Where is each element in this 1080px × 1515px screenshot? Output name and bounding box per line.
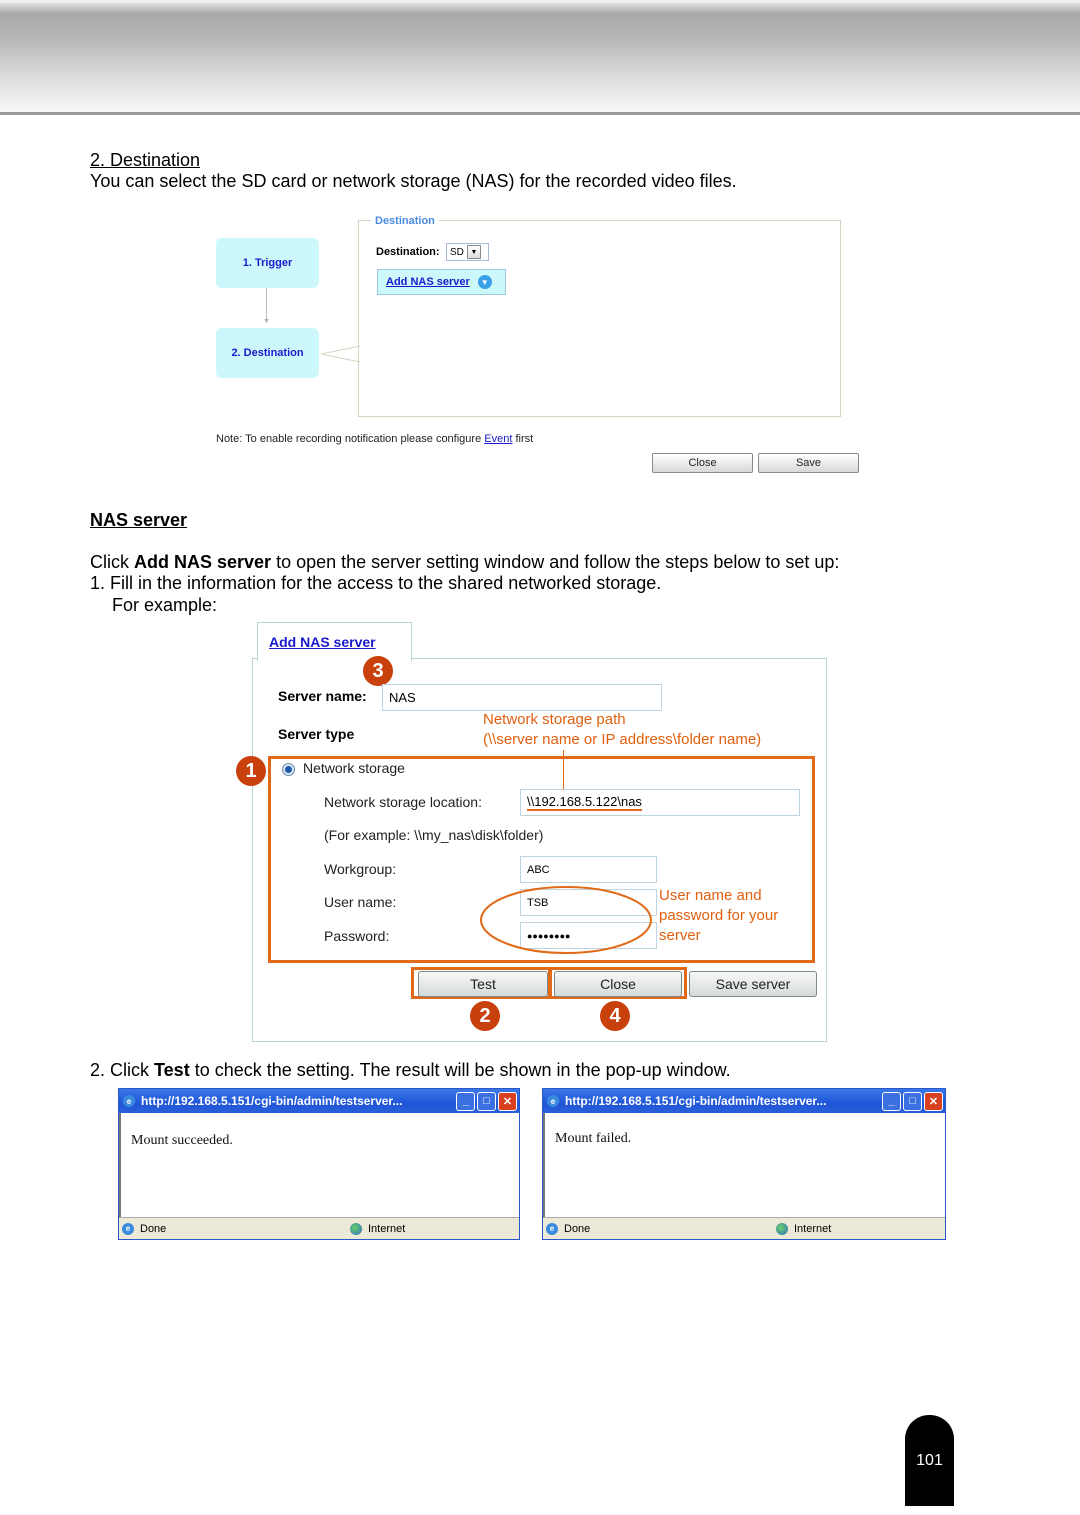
popup-title: http://192.168.5.151/cgi-bin/admin/tests… — [141, 1094, 403, 1108]
done-page-icon: e — [546, 1222, 558, 1235]
workgroup-label: Workgroup: — [324, 861, 397, 877]
server-name-label: Server name: — [278, 688, 367, 704]
step-connector — [266, 288, 267, 322]
instruction-bold: Add NAS server — [134, 552, 272, 572]
popup-titlebar[interactable]: e http://192.168.5.151/cgi-bin/admin/tes… — [543, 1089, 945, 1113]
callout-pointer — [320, 345, 361, 363]
annotation-path-title: Network storage path — [483, 711, 626, 728]
maximize-icon[interactable]: □ — [477, 1091, 496, 1111]
close-icon[interactable]: ✕ — [498, 1091, 517, 1111]
status-done: Done — [564, 1222, 591, 1235]
step2-bold: Test — [154, 1060, 190, 1080]
status-done: Done — [140, 1222, 167, 1235]
step2-text: 2. Click Test to check the setting. The … — [90, 1060, 731, 1081]
page-number-tab: 101 — [905, 1415, 954, 1506]
step-badge-1: 1 — [236, 756, 266, 786]
header-top-edge — [0, 0, 1080, 3]
ie-icon: e — [547, 1095, 559, 1107]
destination-legend: Destination — [371, 215, 439, 227]
nas-instruction: Click Add NAS server to open the server … — [90, 552, 839, 573]
destination-select[interactable]: SD ▼ — [446, 243, 489, 261]
workgroup-input[interactable]: ABC — [520, 856, 657, 883]
instruction-prefix: Click — [90, 552, 134, 572]
annotation-path-format: (\\server name or IP address\folder name… — [483, 731, 762, 748]
save-button[interactable]: Save — [758, 453, 859, 473]
section-intro: You can select the SD card or network st… — [90, 171, 737, 191]
step-trigger-label: 1. Trigger — [242, 257, 293, 269]
popup-title: http://192.168.5.151/cgi-bin/admin/tests… — [565, 1094, 827, 1108]
popup-body: Mount failed. — [543, 1113, 945, 1217]
location-value: \\192.168.5.122\nas — [527, 794, 642, 811]
done-page-icon: e — [122, 1222, 134, 1235]
add-nas-tab[interactable]: Add NAS server — [257, 622, 412, 661]
step-badge-3: 3 — [363, 656, 393, 686]
chevron-down-icon: ▼ — [466, 245, 481, 259]
location-example-hint: (For example: \\my_nas\disk\folder) — [324, 827, 544, 843]
globe-icon — [776, 1222, 788, 1235]
close-icon[interactable]: ✕ — [924, 1091, 943, 1111]
annotation-cred-3: server — [659, 927, 701, 944]
step-badge-4: 4 — [600, 1001, 630, 1031]
server-name-input[interactable]: NAS — [382, 684, 662, 711]
network-storage-label: Network storage — [303, 760, 405, 776]
page-header-band — [0, 0, 1080, 115]
step-destination-label: 2. Destination — [231, 347, 304, 359]
ie-icon: e — [123, 1095, 135, 1107]
close-button[interactable]: Close — [652, 453, 753, 473]
event-link[interactable]: Event — [484, 433, 512, 445]
section-heading: 2. Destination — [90, 150, 201, 170]
nas-heading: NAS server — [90, 510, 188, 530]
step-badge-2: 2 — [470, 1001, 500, 1031]
add-nas-tab-label[interactable]: Add NAS server — [269, 634, 376, 650]
test-button[interactable]: Test — [418, 971, 548, 997]
nas-close-button[interactable]: Close — [554, 971, 682, 997]
maximize-icon[interactable]: □ — [903, 1091, 922, 1111]
add-nas-server-link[interactable]: Add NAS server — [386, 276, 470, 288]
note-prefix: Note: To enable recording notification p… — [216, 433, 485, 445]
popup-message: Mount failed. — [555, 1131, 632, 1146]
popup-message: Mount succeeded. — [131, 1133, 233, 1148]
username-label: User name: — [324, 894, 397, 910]
arrow-down-icon: ▼ — [263, 318, 270, 325]
popup-titlebar[interactable]: e http://192.168.5.151/cgi-bin/admin/tes… — [119, 1089, 519, 1113]
page-number: 101 — [916, 1451, 943, 1469]
location-input[interactable]: \\192.168.5.122\nas — [520, 789, 800, 816]
destination-select-value: SD — [450, 246, 464, 258]
annotation-cred-2: password for your — [659, 907, 779, 924]
network-storage-radio[interactable] — [282, 763, 295, 776]
password-label: Password: — [324, 928, 390, 944]
step-trigger[interactable]: 1. Trigger — [216, 238, 319, 288]
save-server-button[interactable]: Save server — [689, 971, 817, 997]
destination-label: Destination: — [376, 246, 440, 258]
popup-statusbar: e Done Internet — [119, 1217, 519, 1239]
status-zone: Internet — [794, 1222, 832, 1235]
minimize-icon[interactable]: _ — [456, 1091, 475, 1111]
step-destination[interactable]: 2. Destination — [216, 328, 319, 378]
add-nas-server-panel[interactable]: Add NAS server ▼ — [377, 269, 506, 295]
instruction-suffix: to open the server setting window and fo… — [271, 552, 840, 572]
credentials-ellipse — [480, 886, 652, 954]
expand-circle-icon[interactable]: ▼ — [477, 275, 492, 289]
step1-text: 1. Fill in the information for the acces… — [90, 573, 662, 593]
location-label: Network storage location: — [324, 794, 482, 810]
note-suffix: first — [512, 433, 534, 445]
step2-suffix: to check the setting. The result will be… — [189, 1060, 731, 1080]
popup-failed: e http://192.168.5.151/cgi-bin/admin/tes… — [542, 1088, 946, 1240]
minimize-icon[interactable]: _ — [882, 1091, 901, 1111]
recording-note: Note: To enable recording notification p… — [216, 433, 533, 445]
header-divider — [0, 112, 1080, 115]
annotation-cred-1: User name and — [659, 887, 762, 904]
for-example-text: For example: — [112, 595, 218, 615]
popup-statusbar: e Done Internet — [543, 1217, 945, 1239]
step2-prefix: 2. Click — [90, 1060, 155, 1080]
server-type-label: Server type — [278, 726, 355, 742]
globe-icon — [350, 1222, 362, 1235]
popup-success: e http://192.168.5.151/cgi-bin/admin/tes… — [118, 1088, 520, 1240]
status-zone: Internet — [368, 1222, 406, 1235]
popup-body: Mount succeeded. — [119, 1113, 519, 1217]
